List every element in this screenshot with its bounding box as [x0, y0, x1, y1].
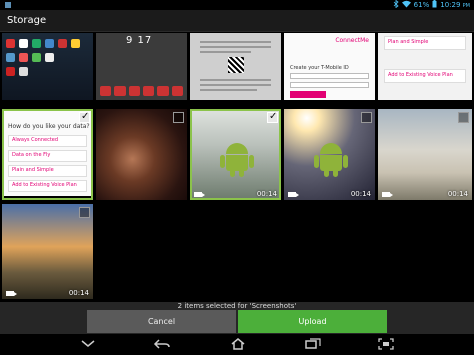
- thumb-field: [290, 82, 369, 88]
- thumb-heading: Create your T-Mobile ID: [290, 65, 349, 71]
- video-duration: 00:14: [256, 190, 277, 198]
- thumbnail-video-android-sun[interactable]: 00:14: [284, 109, 375, 200]
- text-line: [200, 84, 271, 86]
- action-bar: Storage: [0, 10, 474, 32]
- media-grid: 9 17 ConnectMe Create your T-Mobile ID P…: [0, 32, 474, 302]
- video-camera-icon: [382, 192, 393, 197]
- status-icons: 61% 10:29 PM: [393, 0, 470, 10]
- status-bar: 61% 10:29 PM: [0, 0, 474, 10]
- thumbnail-lock-screen[interactable]: 9 17: [96, 33, 187, 104]
- thumbnail-tmobile-id[interactable]: ConnectMe Create your T-Mobile ID: [284, 33, 375, 104]
- home-icon[interactable]: [228, 337, 248, 351]
- thumbnail-video-android[interactable]: 00:14: [190, 109, 281, 200]
- wifi-icon: [401, 0, 411, 10]
- thumb-card: Plan and Simple: [384, 36, 466, 50]
- selected-checkbox[interactable]: [267, 111, 278, 123]
- thumb-card-label: Plan and Simple: [388, 39, 429, 45]
- thumb-dock: [100, 86, 183, 96]
- thumb-nav-bar: [96, 100, 187, 104]
- video-duration: 00:14: [350, 190, 371, 198]
- app-icon: [6, 39, 15, 48]
- thumbnail-home-screen[interactable]: [2, 33, 93, 104]
- unselected-checkbox[interactable]: [361, 112, 372, 123]
- app-icon: [45, 53, 54, 62]
- thumb-field: [290, 73, 369, 79]
- screenshot-icon[interactable]: [376, 337, 396, 351]
- app-icon: [32, 53, 41, 62]
- video-camera-icon: [288, 192, 299, 197]
- text-line: [200, 79, 271, 81]
- thumb-card: Add to Existing Voice Plan: [384, 69, 466, 83]
- selected-checkbox[interactable]: [79, 111, 90, 123]
- thumbnail-video-landscape[interactable]: 00:14: [2, 204, 93, 299]
- page-title: Storage: [7, 15, 47, 26]
- hide-keyboard-icon[interactable]: [78, 337, 98, 351]
- thumb-brand: ConnectMe: [335, 37, 369, 44]
- app-icon: [32, 39, 41, 48]
- text-line: [200, 89, 257, 91]
- video-duration: 00:14: [447, 190, 468, 198]
- clock-time: 10:29: [440, 1, 461, 9]
- thumbnail-plan[interactable]: Plan and Simple Add to Existing Voice Pl…: [378, 33, 472, 104]
- thumb-question: How do you like your data?: [8, 123, 90, 130]
- thumbnail-document[interactable]: [190, 33, 281, 104]
- thumb-option: Add to Existing Voice Plan: [8, 180, 87, 192]
- android-robot: [314, 143, 348, 177]
- app-icon: [19, 67, 28, 76]
- battery-percent: 61%: [413, 1, 430, 9]
- thumb-card-label: Add to Existing Voice Plan: [388, 72, 453, 78]
- thumb-nav-bar: [2, 100, 93, 104]
- qr-code: [228, 57, 244, 73]
- app-icon: [6, 67, 15, 76]
- thumb-button: [290, 91, 326, 98]
- clock-suffix: PM: [462, 3, 470, 9]
- selection-message: 2 items selected for 'Screenshots': [177, 302, 297, 310]
- video-duration: 00:14: [68, 289, 89, 297]
- video-camera-icon: [6, 291, 17, 296]
- thumb-option: Always Connected: [8, 135, 87, 147]
- thumb-clock: 9 17: [126, 35, 153, 46]
- recent-apps-icon[interactable]: [303, 337, 323, 351]
- text-line: [200, 46, 271, 48]
- app-icon: [19, 39, 28, 48]
- bluetooth-icon: [393, 0, 399, 10]
- thumb-nav-bar: [190, 100, 281, 104]
- text-line: [200, 51, 251, 53]
- android-robot: [220, 143, 254, 177]
- system-nav-bar: [0, 334, 474, 355]
- unselected-checkbox[interactable]: [458, 112, 469, 123]
- back-icon[interactable]: [152, 337, 172, 351]
- app-icon: [45, 39, 54, 48]
- app-icon: [6, 53, 15, 62]
- cancel-button[interactable]: Cancel: [87, 310, 236, 333]
- app-icon: [19, 53, 28, 62]
- selection-bar: 2 items selected for 'Screenshots' Cance…: [0, 302, 474, 334]
- battery-icon: [432, 0, 437, 10]
- thumb-option: Plain and Simple: [8, 165, 87, 177]
- thumb-option: Data on the Fly: [8, 150, 87, 162]
- clock: 10:29 PM: [440, 1, 470, 9]
- upload-button[interactable]: Upload: [238, 310, 387, 333]
- thumbnail-video-clouds[interactable]: 00:14: [378, 109, 472, 200]
- thumbnail-data-plan[interactable]: How do you like your data? Always Connec…: [2, 109, 93, 200]
- thumb-nav-bar: [378, 100, 472, 104]
- thumbnail-photo[interactable]: [96, 109, 187, 200]
- thumb-nav-bar: [2, 196, 93, 200]
- thumb-nav-bar: [284, 100, 375, 104]
- unselected-checkbox[interactable]: [79, 207, 90, 218]
- video-camera-icon: [194, 192, 205, 197]
- app-icon: [71, 39, 80, 48]
- text-line: [200, 41, 271, 43]
- app-icon: [58, 39, 67, 48]
- unselected-checkbox[interactable]: [173, 112, 184, 123]
